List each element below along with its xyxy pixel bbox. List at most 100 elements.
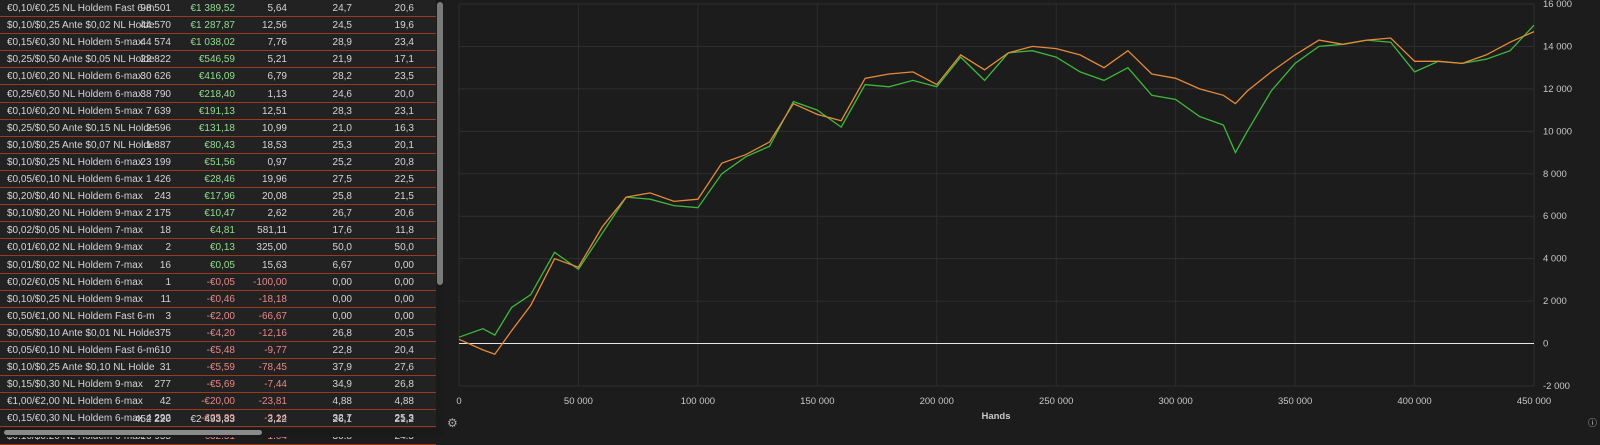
stat-b: 19,6: [394, 20, 414, 32]
stats-panel: €0,10/€0,25 NL Holdem Fast 6-m 98 501 €1 3…: [0, 0, 444, 445]
table-row[interactable]: $0,10/$0,25 Ante $0,10 NL Holde 31 -€5,59 -…: [0, 359, 436, 377]
limit-name: $0,10/$0,25 NL Holdem 9-max: [7, 293, 143, 305]
x-tick-label: 450 000: [1517, 396, 1551, 407]
amount-won: -€5,59: [206, 362, 235, 374]
table-row[interactable]: €0,50/€1,00 NL Holdem Fast 6-m 3 -€2,00 -66…: [0, 308, 436, 325]
stat-a: 25,2: [332, 156, 352, 168]
table-row[interactable]: €0,10/€0,20 NL Holdem 6-max 30 626 €416,09…: [0, 68, 436, 86]
table-row[interactable]: $0,15/$0,30 NL Holdem 9-max 277 -€5,69 -7,4…: [0, 376, 436, 394]
vertical-scroll-thumb[interactable]: [437, 2, 443, 285]
limit-name: €1,00/€2,00 NL Holdem 6-max: [7, 396, 143, 408]
hands-count: 23 199: [140, 156, 171, 168]
table-row[interactable]: €0,01/€0,02 NL Holdem 9-max 2 €0,13 325,00 5…: [0, 239, 436, 257]
gear-icon[interactable]: ⚙: [447, 417, 458, 429]
table-row[interactable]: $0,10/$0,25 NL Holdem 6-max 23 199 €51,56 0…: [0, 154, 436, 171]
bb-per-100: 20,08: [261, 191, 287, 203]
stat-a: 28,2: [332, 71, 352, 83]
hands-count: 610: [154, 345, 171, 356]
bb-per-100: 10,99: [261, 122, 287, 134]
amount-won: -€5,48: [206, 345, 235, 356]
bb-per-100: 325,00: [256, 242, 287, 254]
stat-b: 22,5: [394, 174, 414, 185]
table-row[interactable]: €0,05/€0,10 NL Holdem Fast 6-m 610 -€5,48 -…: [0, 342, 436, 360]
stat-b: 27,6: [394, 362, 414, 374]
bb-per-100: 5,64: [267, 3, 287, 14]
stat-b: 26,8: [394, 379, 414, 391]
limit-name: $0,25/$0,50 Ante $0,15 NL Holde: [7, 122, 155, 134]
stat-a: 0,00: [332, 276, 352, 288]
bb-per-100: 15,63: [261, 259, 287, 271]
x-tick-label: 50 000: [564, 396, 593, 407]
stat-b: 20,4: [394, 345, 414, 356]
stat-b: 20,1: [394, 139, 414, 151]
table-row[interactable]: €0,02/€0,05 NL Holdem 6-max 1 -€0,05 -100,0…: [0, 274, 436, 291]
stat-b: 0,00: [394, 276, 414, 288]
table-row[interactable]: $0,10/$0,25 NL Holdem 9-max 11 -€0,46 -18,1…: [0, 291, 436, 308]
stat-a: 28,9: [332, 37, 352, 49]
stat-a: 17,6: [332, 225, 352, 237]
bb-per-100: 6,79: [267, 71, 287, 83]
y-tick-label: 2 000: [1543, 296, 1567, 307]
amount-won: €1 389,52: [190, 3, 236, 14]
y-tick-label: 4 000: [1543, 254, 1567, 265]
limit-name: $0,01/$0,02 NL Holdem 7-max: [7, 259, 143, 271]
stat-a: 26,7: [332, 208, 352, 220]
limit-name: $0,02/$0,05 NL Holdem 7-max: [7, 225, 143, 237]
stat-b: 23,1: [394, 105, 414, 117]
stat-b: 20,8: [394, 156, 414, 168]
hands-count: 7 639: [145, 105, 171, 117]
limit-name: $0,10/$0,25 Ante $0,07 NL Holde: [7, 139, 155, 151]
limit-name: €0,10/€0,20 NL Holdem 5-max: [7, 105, 143, 117]
table-row[interactable]: $0,25/$0,50 Ante $0,05 NL Holde 22 822 €54…: [0, 51, 436, 69]
bb-per-100: 5,21: [267, 54, 287, 66]
y-tick-label: 10 000: [1543, 126, 1572, 137]
table-row[interactable]: €0,05/€0,10 NL Holdem 6-max 1 426 €28,46 19…: [0, 171, 436, 189]
bb-per-100: -9,77: [264, 345, 287, 356]
total-hands: 452 220: [134, 414, 171, 425]
table-row[interactable]: €0,10/€0,25 NL Holdem Fast 6-m 98 501 €1 3…: [0, 0, 436, 18]
horizontal-scrollbar[interactable]: [0, 428, 436, 437]
limit-name: $0,05/$0,10 Ante $0,01 NL Holde: [7, 327, 155, 339]
x-tick-label: 250 000: [1039, 396, 1073, 407]
y-tick-label: 12 000: [1543, 84, 1572, 95]
bb-per-100: 18,53: [261, 139, 287, 151]
hands-count: 30 626: [140, 71, 171, 83]
limit-name: €0,02/€0,05 NL Holdem 6-max: [7, 276, 143, 288]
amount-won: €1 038,02: [190, 37, 236, 49]
x-tick-label: 350 000: [1278, 396, 1312, 407]
stat-b: 20,6: [394, 208, 414, 220]
table-row[interactable]: $0,25/$0,50 Ante $0,15 NL Holde 2 596 €131…: [0, 120, 436, 137]
table-row[interactable]: $0,20/$0,40 NL Holdem 6-max 243 €17,96 20,0…: [0, 188, 436, 206]
amount-won: €1 287,87: [190, 20, 236, 32]
table-row[interactable]: $0,10/$0,25 Ante $0,02 NL Holde 44 570 €1 …: [0, 17, 436, 35]
hands-count: 277: [154, 379, 171, 391]
table-row[interactable]: €1,00/€2,00 NL Holdem 6-max 42 -€20,00 -23,…: [0, 393, 436, 411]
table-row[interactable]: €0,10/€0,20 NL Holdem 5-max 7 639 €191,13 1…: [0, 103, 436, 120]
y-tick-label: 0: [1543, 339, 1548, 350]
table-row[interactable]: €0,25/€0,50 NL Holdem 6-max 38 790 €218,40…: [0, 86, 436, 103]
x-tick-label: 150 000: [800, 396, 834, 407]
stat-b: 50,0: [394, 242, 414, 254]
limit-name: €0,05/€0,10 NL Holdem Fast 6-m: [7, 345, 155, 356]
info-icon[interactable]: ⓘ: [1588, 417, 1597, 429]
hands-count: 31: [159, 362, 171, 374]
stat-b: 4,88: [394, 396, 414, 408]
series-line-green: [458, 24, 1535, 338]
table-row[interactable]: $0,10/$0,25 Ante $0,07 NL Holde 1 887 €80,…: [0, 137, 436, 154]
table-row[interactable]: $0,02/$0,05 NL Holdem 7-max 18 €4,81 581,11…: [0, 222, 436, 240]
table-row[interactable]: $0,05/$0,10 Ante $0,01 NL Holde 375 -€4,20…: [0, 325, 436, 342]
bb-per-100: -23,81: [258, 396, 287, 408]
table-row[interactable]: $0,10/$0,20 NL Holdem 9-max 2 175 €10,47 2,…: [0, 205, 436, 223]
amount-won: €0,13: [209, 242, 235, 254]
vertical-scrollbar[interactable]: [436, 0, 444, 437]
table-row[interactable]: €0,15/€0,30 NL Holdem 5-max 44 574 €1 038,…: [0, 34, 436, 52]
amount-won: -€0,05: [206, 276, 235, 288]
stat-b: 23,4: [394, 37, 414, 49]
stat-a: 28,3: [332, 105, 352, 117]
stat-a: 22,8: [332, 345, 352, 356]
table-row[interactable]: $0,01/$0,02 NL Holdem 7-max 16 €0,05 15,63 6…: [0, 257, 436, 274]
hands-count: 2 596: [145, 122, 171, 134]
horizontal-scroll-thumb[interactable]: [4, 430, 262, 435]
total-stat-b: 21,2: [394, 414, 414, 425]
stat-b: 20,0: [394, 88, 414, 100]
